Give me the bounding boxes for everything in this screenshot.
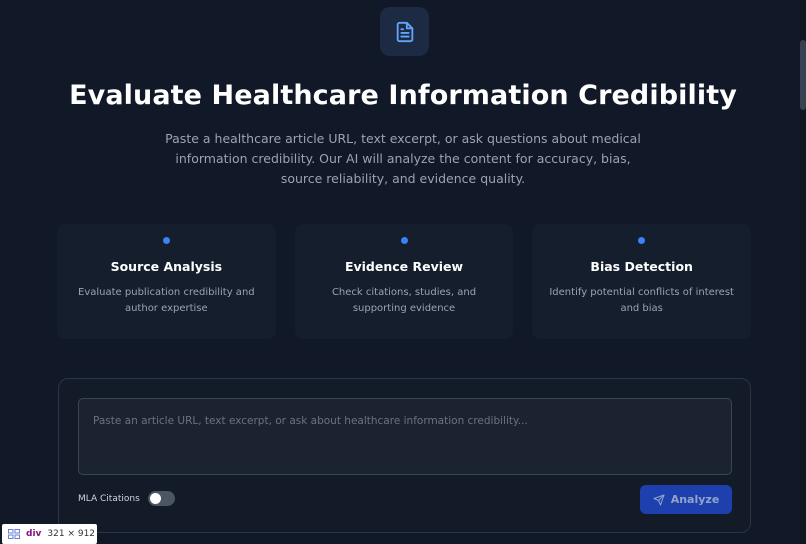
page-subtitle: Paste a healthcare article URL, text exc… [165,131,641,186]
feature-title: Bias Detection [590,259,693,274]
feature-description: Identify potential conflicts of interest… [549,287,734,314]
devtools-dimensions: 321 × 912 [47,529,96,539]
send-icon [653,494,665,505]
feature-title: Source Analysis [110,259,223,274]
analyze-button-label: Analyze [670,493,720,506]
devtools-element-badge: div 321 × 912 [2,524,97,544]
mla-citations-label: MLA Citations [78,493,140,504]
feature-card-bias-detection: Bias Detection Identify potential confli… [532,224,752,339]
devtools-tag-name: div [26,529,42,539]
feature-title: Evidence Review [344,259,464,274]
grid-layout-icon [8,529,20,539]
analyze-button[interactable]: Analyze [640,485,732,514]
bullet-dot-icon [400,237,408,244]
feature-cards: Source Analysis Evaluate publication cre… [57,224,752,339]
query-input[interactable] [78,398,732,475]
mla-citations-option: MLA Citations [78,491,175,506]
document-icon [396,21,413,42]
feature-card-evidence-review: Evidence Review Check citations, studies… [294,224,514,339]
bullet-dot-icon [638,237,646,244]
feature-description: Evaluate publication credibility and aut… [78,287,255,314]
bullet-dot-icon [162,237,170,244]
hero-icon-container [380,7,429,56]
feature-description: Check citations, studies, and supporting… [331,287,477,314]
page-title: Evaluate Healthcare Information Credibil… [69,80,737,111]
input-panel: MLA Citations Analyze [58,378,751,533]
feature-card-source-analysis: Source Analysis Evaluate publication cre… [57,224,276,339]
mla-citations-toggle[interactable] [147,491,175,506]
toggle-knob [149,493,161,504]
